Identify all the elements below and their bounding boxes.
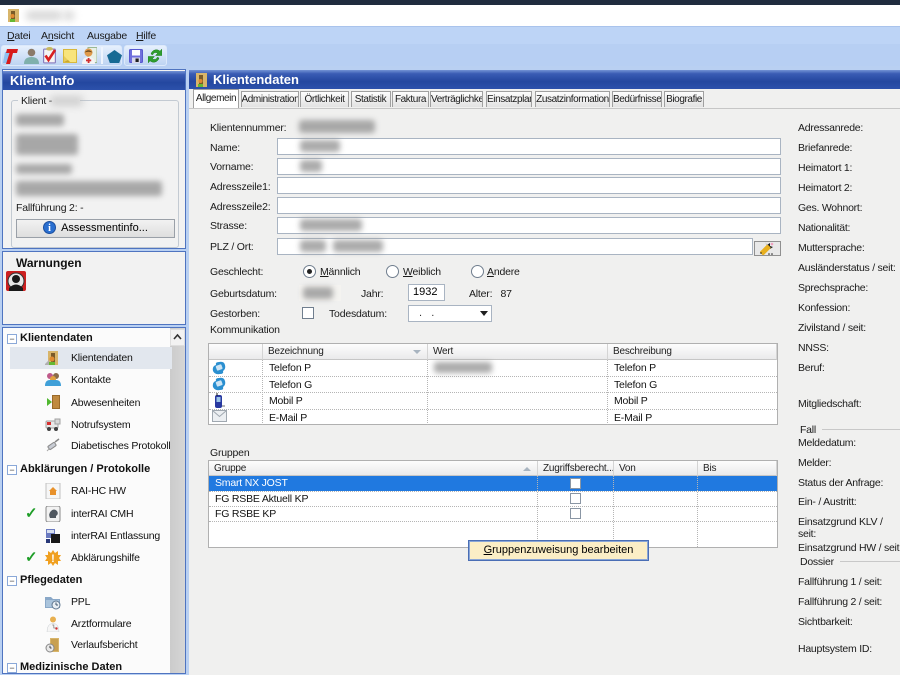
svg-text:i: i xyxy=(48,223,51,234)
svg-text:!: ! xyxy=(51,553,55,565)
